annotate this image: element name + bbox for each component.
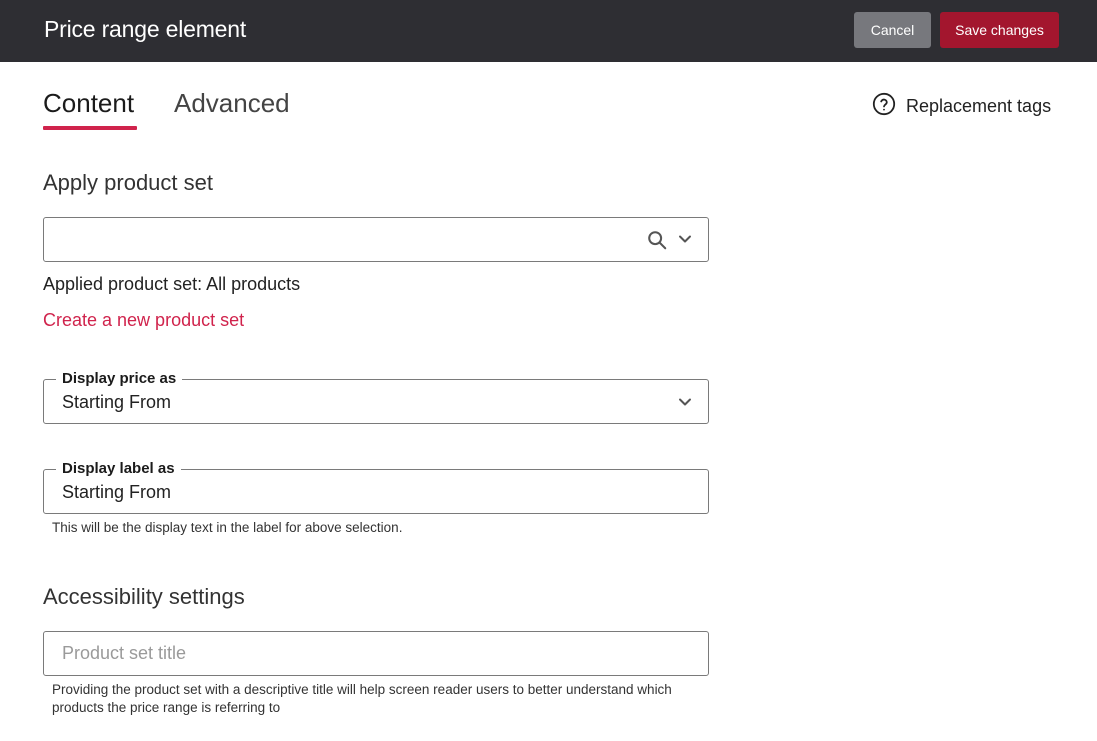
accessibility-settings-heading: Accessibility settings <box>43 584 245 609</box>
replacement-tags-link[interactable]: Replacement tags <box>872 92 1051 121</box>
accessibility-helper-line-2: products the price range is referring to <box>52 700 281 715</box>
product-set-search-select[interactable] <box>43 217 709 262</box>
active-tab-indicator <box>43 126 137 130</box>
display-label-legend: Display label as <box>56 460 181 478</box>
chevron-down-icon <box>679 235 691 243</box>
accessibility-helper-line-1: Providing the product set with a descrip… <box>52 682 672 697</box>
search-icon <box>648 231 667 250</box>
display-price-value: Starting From <box>62 392 172 412</box>
product-set-title-placeholder: Product set title <box>62 643 187 663</box>
applied-product-set-text: Applied product set: All products <box>43 274 301 294</box>
replacement-tags-label: Replacement tags <box>906 96 1052 116</box>
product-set-title-input[interactable]: Product set title <box>43 631 709 676</box>
display-price-legend: Display price as <box>56 370 183 388</box>
tab-advanced[interactable]: Advanced <box>174 88 290 119</box>
display-label-helper: This will be the display text in the lab… <box>52 520 403 535</box>
display-label-value: Starting From <box>62 482 172 502</box>
display-price-select[interactable]: Display price as Starting From <box>43 370 709 424</box>
create-product-set-link[interactable]: Create a new product set <box>43 310 244 331</box>
top-bar: Price range element Cancel Save changes <box>0 0 1097 62</box>
display-label-input[interactable]: Display label as Starting From <box>43 460 709 514</box>
chevron-down-icon <box>679 398 691 406</box>
apply-product-set-heading: Apply product set <box>43 170 213 195</box>
cancel-button[interactable]: Cancel <box>854 12 931 48</box>
page-title: Price range element <box>44 16 247 42</box>
save-changes-button[interactable]: Save changes <box>940 12 1059 48</box>
tab-content[interactable]: Content <box>43 88 134 119</box>
help-circle-icon <box>872 92 896 121</box>
